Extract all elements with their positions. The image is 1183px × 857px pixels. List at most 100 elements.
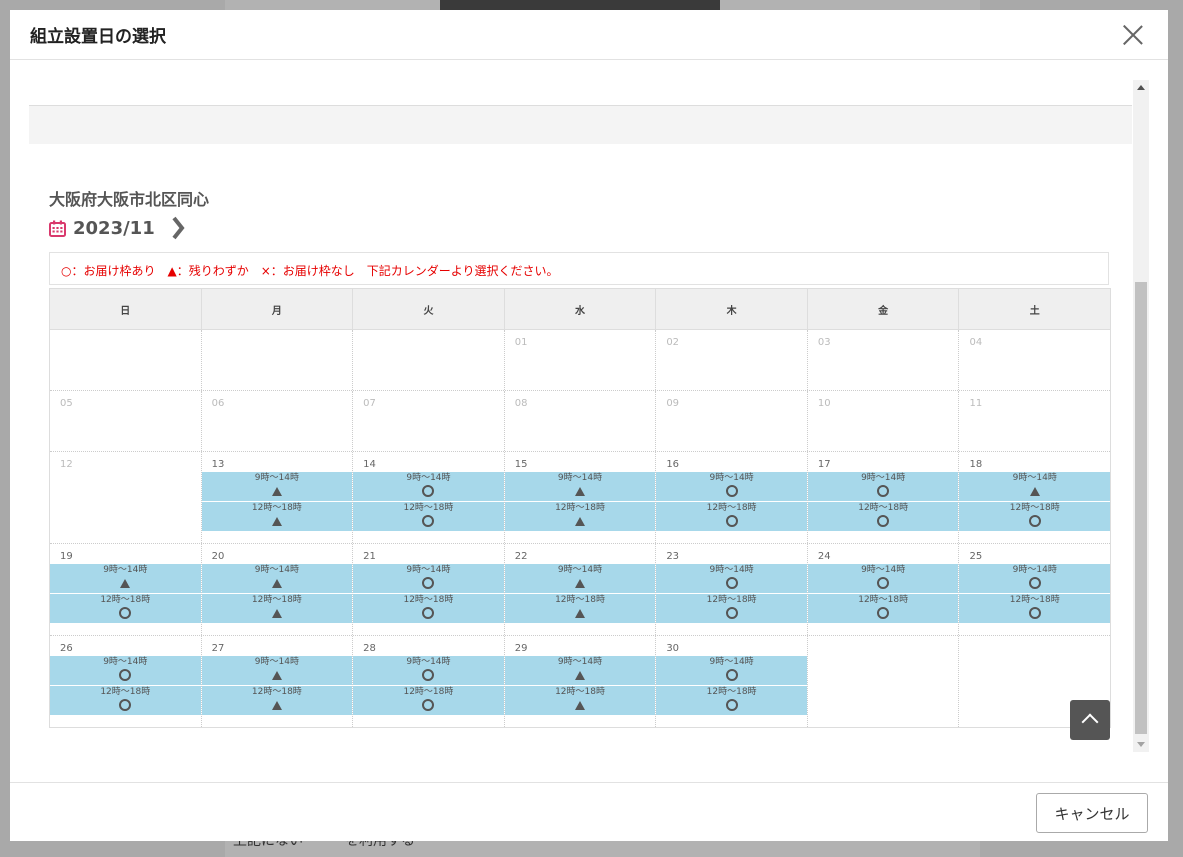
day-number: 22	[514, 551, 528, 562]
time-slot[interactable]: 12時～18時	[959, 594, 1111, 623]
time-slot[interactable]: 12時～18時	[201, 686, 353, 715]
available-icon	[725, 607, 738, 619]
time-slot[interactable]: 12時～18時	[656, 594, 807, 623]
back-to-top-button[interactable]	[1070, 700, 1110, 740]
time-slot[interactable]: 12時～18時	[201, 594, 353, 623]
time-slot[interactable]: 12時～18時	[353, 686, 504, 715]
calendar-day: 13 9時～14時 12時～18時	[200, 452, 353, 543]
time-slot-label: 12時～18時	[403, 595, 454, 605]
few-left-icon	[575, 487, 586, 496]
time-slot[interactable]: 9時～14時	[50, 564, 201, 593]
time-slot-label: 9時～14時	[254, 565, 299, 575]
calendar-day: 21 9時～14時 12時～18時	[352, 544, 504, 635]
day-number: 23	[666, 551, 680, 562]
time-slot[interactable]: 9時～14時	[201, 656, 353, 685]
scrollbar-thumb[interactable]	[1135, 282, 1147, 734]
available-icon	[422, 577, 435, 589]
few-left-icon	[575, 609, 586, 618]
modal-scroll-area: 大阪府大阪市北区同心 2023/11 ○：お届け枠あり ▲：残りわずか ×：お届…	[29, 80, 1132, 752]
scrollbar[interactable]	[1133, 80, 1149, 752]
time-slot[interactable]: 9時～14時	[353, 564, 504, 593]
time-slot[interactable]: 12時～18時	[656, 686, 807, 715]
time-slot[interactable]: 12時～18時	[807, 502, 959, 531]
time-slot-label: 12時～18時	[100, 595, 151, 605]
available-icon	[725, 515, 738, 527]
time-slot[interactable]: 9時～14時	[353, 656, 504, 685]
time-slot[interactable]: 12時～18時	[959, 502, 1111, 531]
available-icon	[422, 485, 435, 497]
time-slot-label: 9時～14時	[709, 473, 754, 483]
calendar-day: 09	[655, 391, 807, 451]
time-slot[interactable]: 9時～14時	[504, 656, 656, 685]
time-slot[interactable]: 9時～14時	[959, 472, 1111, 501]
scroll-down-icon[interactable]	[1137, 742, 1145, 747]
day-number: 13	[211, 459, 225, 470]
time-slot[interactable]: 9時～14時	[504, 564, 656, 593]
time-slot-label: 9時～14時	[1012, 473, 1057, 483]
calendar-day: 08	[503, 391, 656, 451]
time-slot[interactable]: 9時～14時	[959, 564, 1111, 593]
time-slot[interactable]: 12時～18時	[504, 502, 656, 531]
time-slot-label: 12時～18時	[706, 503, 757, 513]
month-navigation: 2023/11	[49, 213, 185, 243]
time-slot-label: 9時～14時	[557, 473, 603, 483]
time-slot[interactable]: 9時～14時	[50, 656, 201, 685]
available-icon	[725, 485, 738, 497]
chevron-right-icon[interactable]	[171, 215, 185, 241]
day-number: 11	[969, 398, 983, 409]
day-number: 30	[666, 643, 680, 654]
time-slot[interactable]: 12時～18時	[504, 686, 656, 715]
day-number: 04	[969, 337, 983, 348]
time-slot[interactable]: 12時～18時	[353, 594, 504, 623]
calendar-day: 27 9時～14時 12時～18時	[200, 636, 353, 727]
cancel-button[interactable]: キャンセル	[1036, 793, 1148, 833]
time-slot[interactable]: 9時～14時	[201, 472, 353, 501]
available-icon	[877, 485, 890, 497]
calendar-week: 05 06 07 08 09 10 11	[50, 391, 1110, 452]
scroll-up-icon[interactable]	[1137, 85, 1145, 90]
calendar-day: 14 9時～14時 12時～18時	[352, 452, 504, 543]
available-icon	[422, 669, 435, 681]
day-number: 26	[60, 643, 73, 654]
date-selection-modal: 組立設置日の選択 大阪府大阪市北区同心 2023/11 ○：お届け枠あり ▲：残…	[10, 10, 1168, 841]
time-slot-label: 12時～18時	[1009, 503, 1060, 513]
few-left-icon	[271, 517, 282, 526]
time-slot[interactable]: 12時～18時	[50, 594, 201, 623]
day-number: 06	[211, 398, 225, 409]
few-left-icon	[575, 701, 586, 710]
calendar-weekday-header: 日 月火水木金土	[50, 289, 1110, 330]
calendar-day: 12	[50, 452, 201, 543]
available-icon	[422, 515, 435, 527]
time-slot-label: 12時～18時	[251, 503, 302, 513]
available-icon	[725, 699, 738, 711]
time-slot[interactable]: 12時～18時	[807, 594, 959, 623]
available-icon	[725, 669, 738, 681]
time-slot[interactable]: 9時～14時	[807, 564, 959, 593]
time-slot[interactable]: 12時～18時	[353, 502, 504, 531]
day-number: 02	[666, 337, 680, 348]
time-slot[interactable]: 12時～18時	[504, 594, 656, 623]
available-icon	[119, 607, 132, 619]
time-slot[interactable]: 9時～14時	[656, 564, 807, 593]
time-slot-label: 12時～18時	[555, 687, 605, 697]
day-number: 15	[514, 459, 528, 470]
time-slot[interactable]: 9時～14時	[656, 472, 807, 501]
time-slot[interactable]: 9時～14時	[201, 564, 353, 593]
few-left-icon	[271, 609, 282, 618]
time-slot[interactable]: 12時～18時	[201, 502, 353, 531]
time-slot-label: 9時～14時	[861, 565, 906, 575]
time-slot-label: 12時～18時	[403, 503, 454, 513]
time-slot[interactable]: 12時～18時	[50, 686, 201, 715]
grey-band	[29, 106, 1132, 144]
time-slot[interactable]: 9時～14時	[656, 656, 807, 685]
time-slot-label: 12時～18時	[403, 687, 454, 697]
time-slot[interactable]: 9時～14時	[504, 472, 656, 501]
day-number: 03	[817, 337, 831, 348]
close-icon[interactable]	[1122, 24, 1144, 46]
day-number: 09	[666, 398, 680, 409]
time-slot[interactable]: 9時～14時	[353, 472, 504, 501]
time-slot[interactable]: 12時～18時	[656, 502, 807, 531]
modal-title: 組立設置日の選択	[30, 27, 166, 47]
availability-legend: ○：お届け枠あり ▲：残りわずか ×：お届け枠なし 下記カレンダーより選択くださ…	[49, 252, 1109, 285]
time-slot[interactable]: 9時～14時	[807, 472, 959, 501]
